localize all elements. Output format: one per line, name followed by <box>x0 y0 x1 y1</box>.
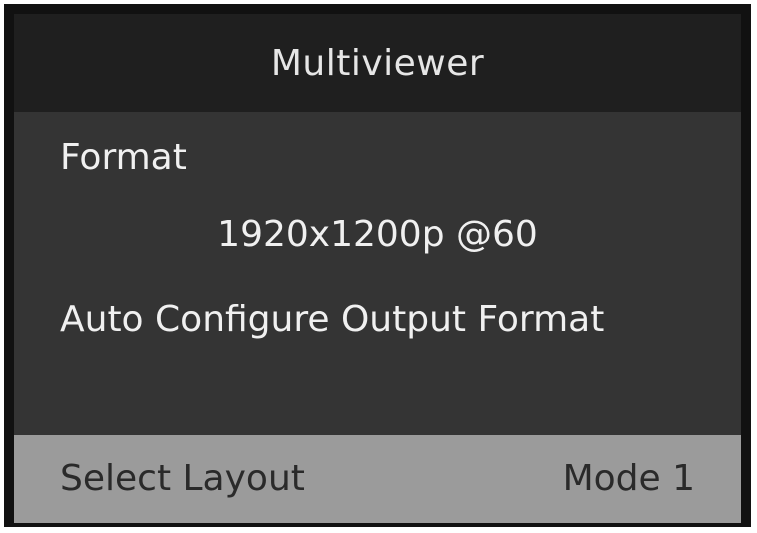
format-value[interactable]: 1920x1200p @60 <box>14 213 741 257</box>
page-title: Multiviewer <box>270 42 485 84</box>
menu-body: Format 1920x1200p @60 Auto Configure Out… <box>14 112 741 435</box>
menu-header: Multiviewer <box>14 14 741 112</box>
auto-configure-output-format-item[interactable]: Auto Configure Output Format <box>60 298 660 342</box>
format-menu-item[interactable]: Format <box>60 136 187 180</box>
multiviewer-screen: Multiviewer Format 1920x1200p @60 Auto C… <box>4 4 751 527</box>
layout-mode-value[interactable]: Mode 1 <box>563 457 695 501</box>
select-layout-row[interactable]: Select Layout Mode 1 <box>14 435 741 523</box>
select-layout-label: Select Layout <box>60 458 305 499</box>
